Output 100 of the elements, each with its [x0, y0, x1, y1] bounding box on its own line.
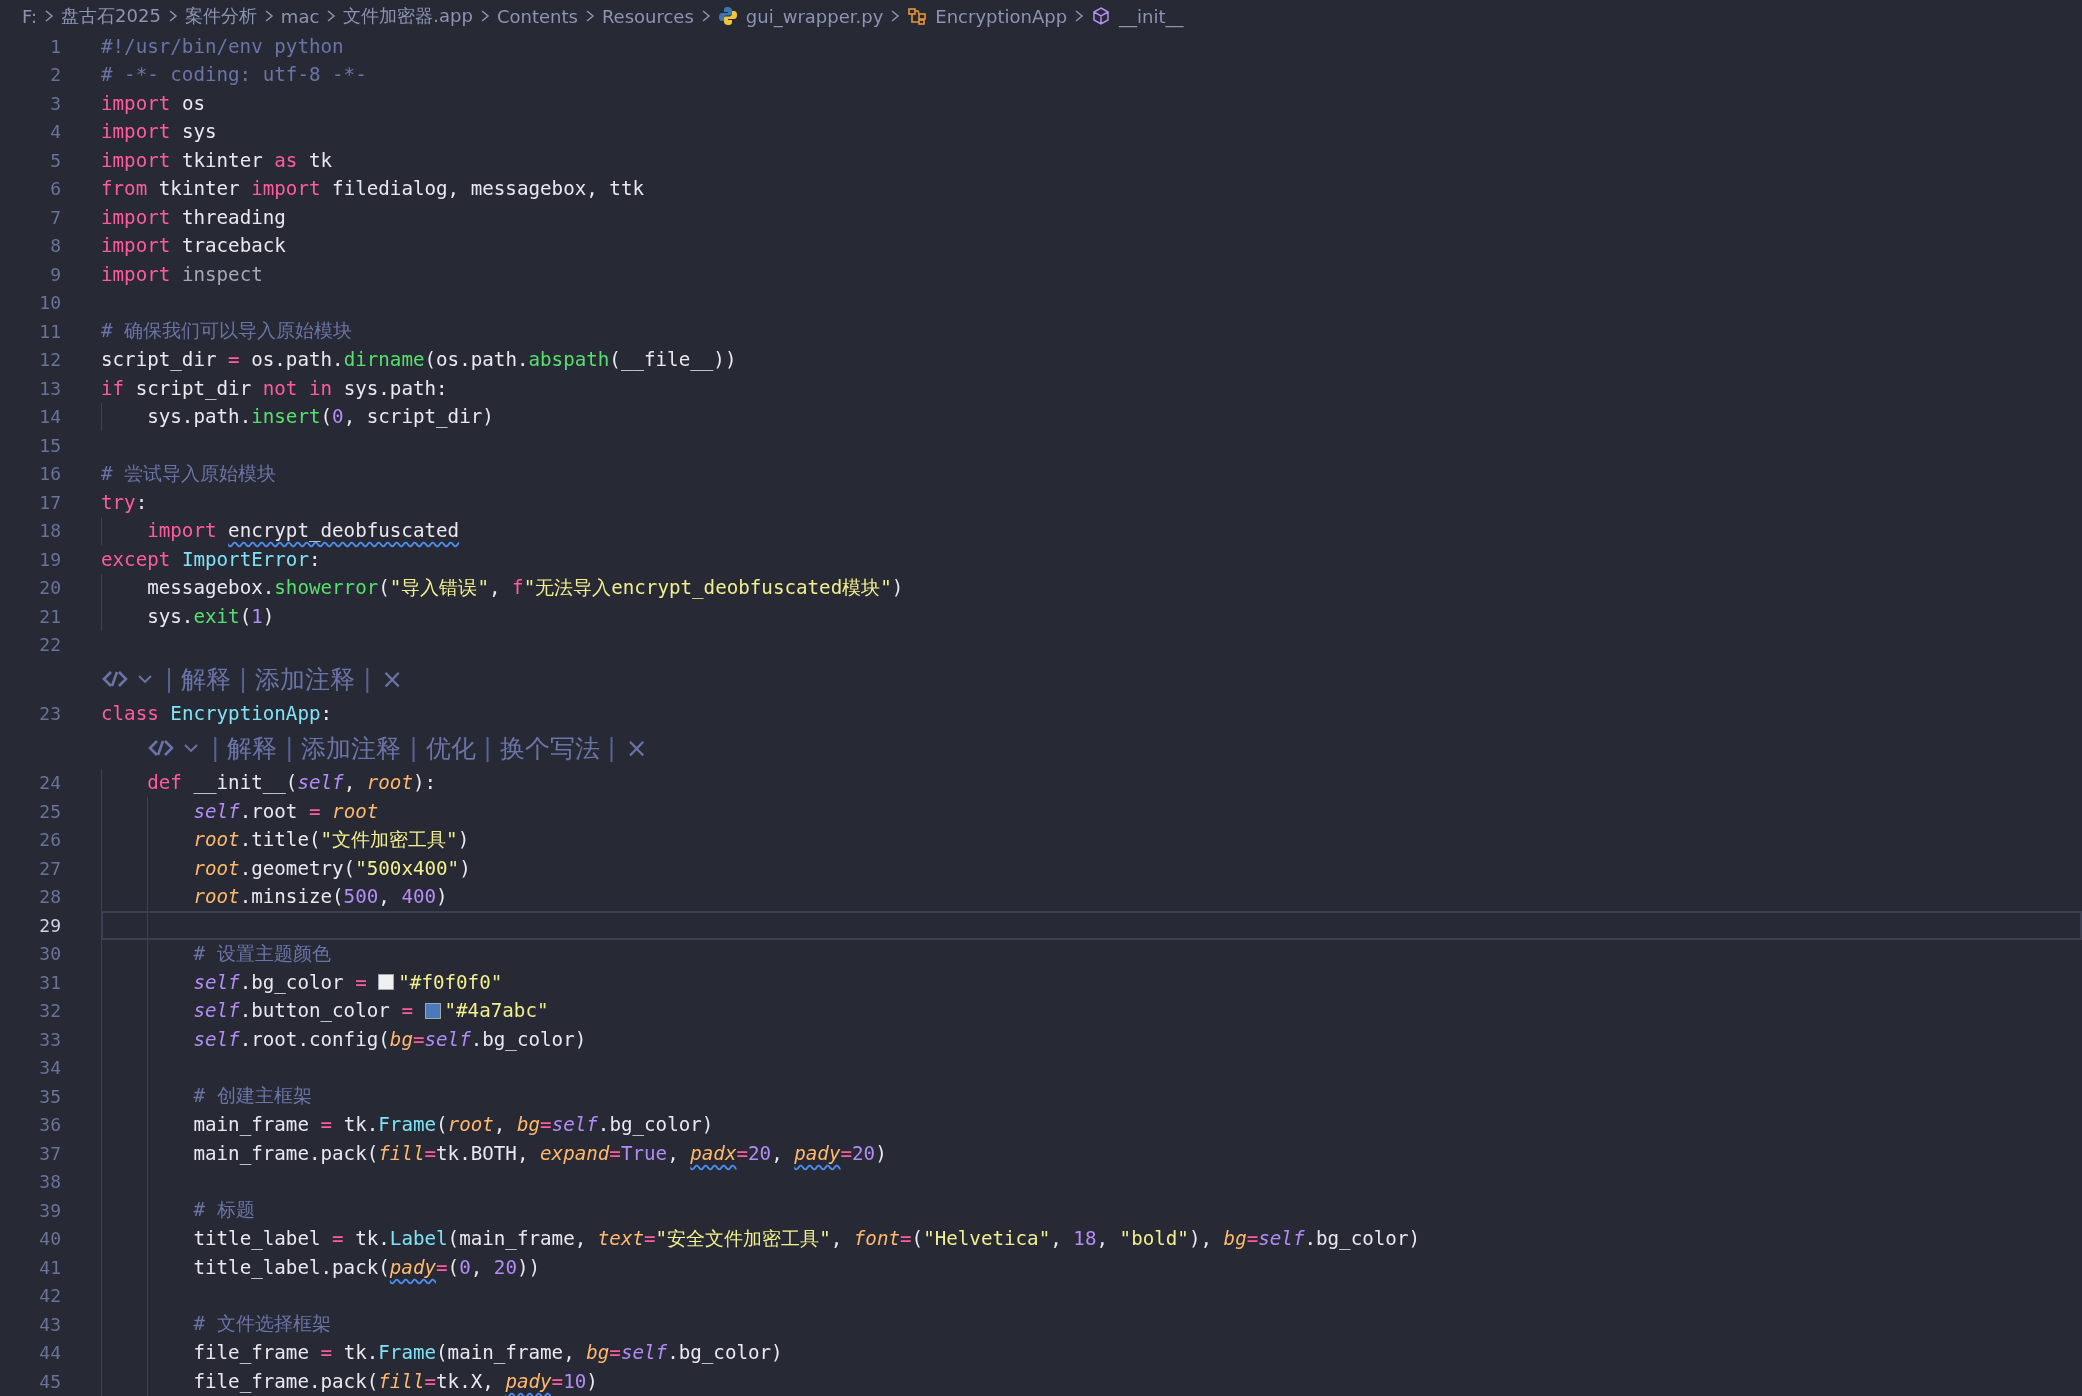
line-number: 43 — [38, 1313, 61, 1335]
separator: | — [483, 734, 492, 763]
code-token: self — [551, 1113, 598, 1137]
line-number: 10 — [38, 292, 61, 314]
code-token: if — [101, 376, 125, 400]
code-token: , — [830, 1227, 843, 1251]
line-number: 21 — [38, 605, 61, 627]
code-token: .root.config( — [239, 1027, 390, 1051]
line-number: 15 — [38, 434, 61, 456]
codelens-action[interactable]: 添加注释 — [255, 662, 356, 696]
chevron-down-icon[interactable] — [183, 742, 200, 755]
line-number: 41 — [38, 1256, 61, 1278]
line-number: 4 — [49, 121, 61, 143]
code-token: ) — [457, 828, 470, 852]
code-token: os — [181, 91, 205, 115]
code-token: messagebox. — [147, 576, 275, 600]
code-token: = — [840, 1141, 853, 1165]
line-number: 11 — [38, 320, 61, 342]
line-number: 16 — [38, 463, 61, 485]
code-token: "导入错误" — [389, 574, 489, 601]
code-token: except — [101, 547, 171, 571]
code-token: .button_color — [239, 999, 390, 1023]
code-token: = — [401, 999, 413, 1023]
codelens-action[interactable]: 解释 — [181, 662, 232, 696]
code-token: # 尝试导入原始模块 — [101, 460, 277, 487]
close-button[interactable]: × — [381, 664, 404, 695]
code-token: ( — [378, 576, 390, 600]
code-token: ( — [911, 1227, 924, 1251]
codelens-action[interactable]: 添加注释 — [301, 731, 402, 765]
code-token: abspath — [528, 348, 610, 372]
line-number: 20 — [38, 577, 61, 599]
chevron-down-icon[interactable] — [137, 673, 153, 686]
line-number: 1 — [49, 35, 61, 57]
code-token: fill — [378, 1369, 425, 1393]
code-token: sys — [181, 120, 217, 144]
breadcrumb-item[interactable]: Resources — [601, 5, 694, 27]
line-number: 3 — [49, 92, 61, 114]
breadcrumb-item[interactable]: gui_wrapper.py — [745, 5, 884, 27]
code-token: ImportError — [181, 547, 309, 571]
code-token: root — [366, 771, 413, 795]
line-number: 24 — [38, 772, 61, 794]
code-token: self — [297, 771, 344, 795]
cube-icon — [1091, 6, 1112, 26]
code-token: os.path. — [251, 348, 344, 372]
line-number: 14 — [38, 406, 61, 428]
color-swatch[interactable] — [378, 974, 395, 991]
codelens-action[interactable]: 解释 — [227, 731, 278, 765]
code-token: bg — [516, 1113, 541, 1137]
code-token: , — [667, 1141, 679, 1165]
breadcrumb-item[interactable]: mac — [280, 5, 320, 27]
code-token: f — [512, 576, 524, 600]
code-token: .bg_color) — [470, 1027, 587, 1051]
code-token: tkinter — [158, 177, 240, 201]
code-token: = — [436, 1255, 448, 1279]
code-token: 20 — [493, 1255, 517, 1279]
code-token: "#f0f0f0" — [398, 970, 503, 994]
breadcrumb-item[interactable]: 文件加密器.app — [343, 4, 473, 28]
line-number: 13 — [38, 377, 61, 399]
code-token: class — [101, 702, 159, 726]
code-token: .geometry( — [239, 856, 356, 880]
line-number: 42 — [38, 1285, 61, 1307]
code-token: traceback — [181, 234, 286, 258]
code-token: (main_frame, — [436, 1341, 575, 1365]
code-token: main_frame.pack( — [193, 1141, 379, 1165]
breadcrumb-item[interactable]: 盘古石2025 — [61, 4, 161, 28]
code-token: __init__( — [193, 771, 298, 795]
code-token: not in — [262, 376, 333, 400]
breadcrumb-item[interactable]: EncryptionApp — [935, 5, 1068, 27]
breadcrumb-item[interactable]: Contents — [496, 5, 578, 27]
code-token: sys. — [147, 604, 194, 628]
code-token: ( — [320, 405, 333, 429]
codelens-action[interactable]: 优化 — [425, 731, 476, 765]
code-token: # 文件选择框架 — [193, 1311, 331, 1338]
code-token: = — [412, 1027, 425, 1051]
code-token: .minsize( — [239, 885, 344, 909]
color-swatch[interactable] — [424, 1002, 441, 1019]
code-token: .bg_color) — [597, 1113, 714, 1137]
code-token: tk. — [343, 1113, 379, 1137]
code-token: )) — [516, 1255, 541, 1279]
code-token: , — [771, 1141, 783, 1165]
breadcrumb-item[interactable]: F: — [22, 5, 38, 27]
line-number: 22 — [38, 634, 61, 656]
code-token: fill — [378, 1141, 425, 1165]
line-number: 39 — [38, 1199, 61, 1221]
close-button[interactable]: × — [625, 733, 648, 764]
code-token: script_dir — [101, 348, 217, 372]
code-token: #!/usr/bin/env python — [101, 34, 344, 58]
breadcrumb-item[interactable]: __init__ — [1119, 5, 1184, 27]
code-token: = — [551, 1369, 564, 1393]
breadcrumb-item[interactable]: 案件分析 — [184, 4, 257, 28]
code-token: self — [193, 799, 240, 823]
code-token: = — [644, 1227, 656, 1251]
line-number: 18 — [38, 520, 61, 542]
code-token: root — [447, 1113, 494, 1137]
code-token: sys.path: — [343, 376, 448, 400]
code-token: tk.BOTH, — [436, 1141, 529, 1165]
code-token: import — [101, 91, 171, 115]
codelens-action[interactable]: 换个写法 — [499, 731, 600, 765]
code-token: "Helvetica" — [923, 1227, 1051, 1251]
code-token: title_label — [193, 1227, 321, 1251]
